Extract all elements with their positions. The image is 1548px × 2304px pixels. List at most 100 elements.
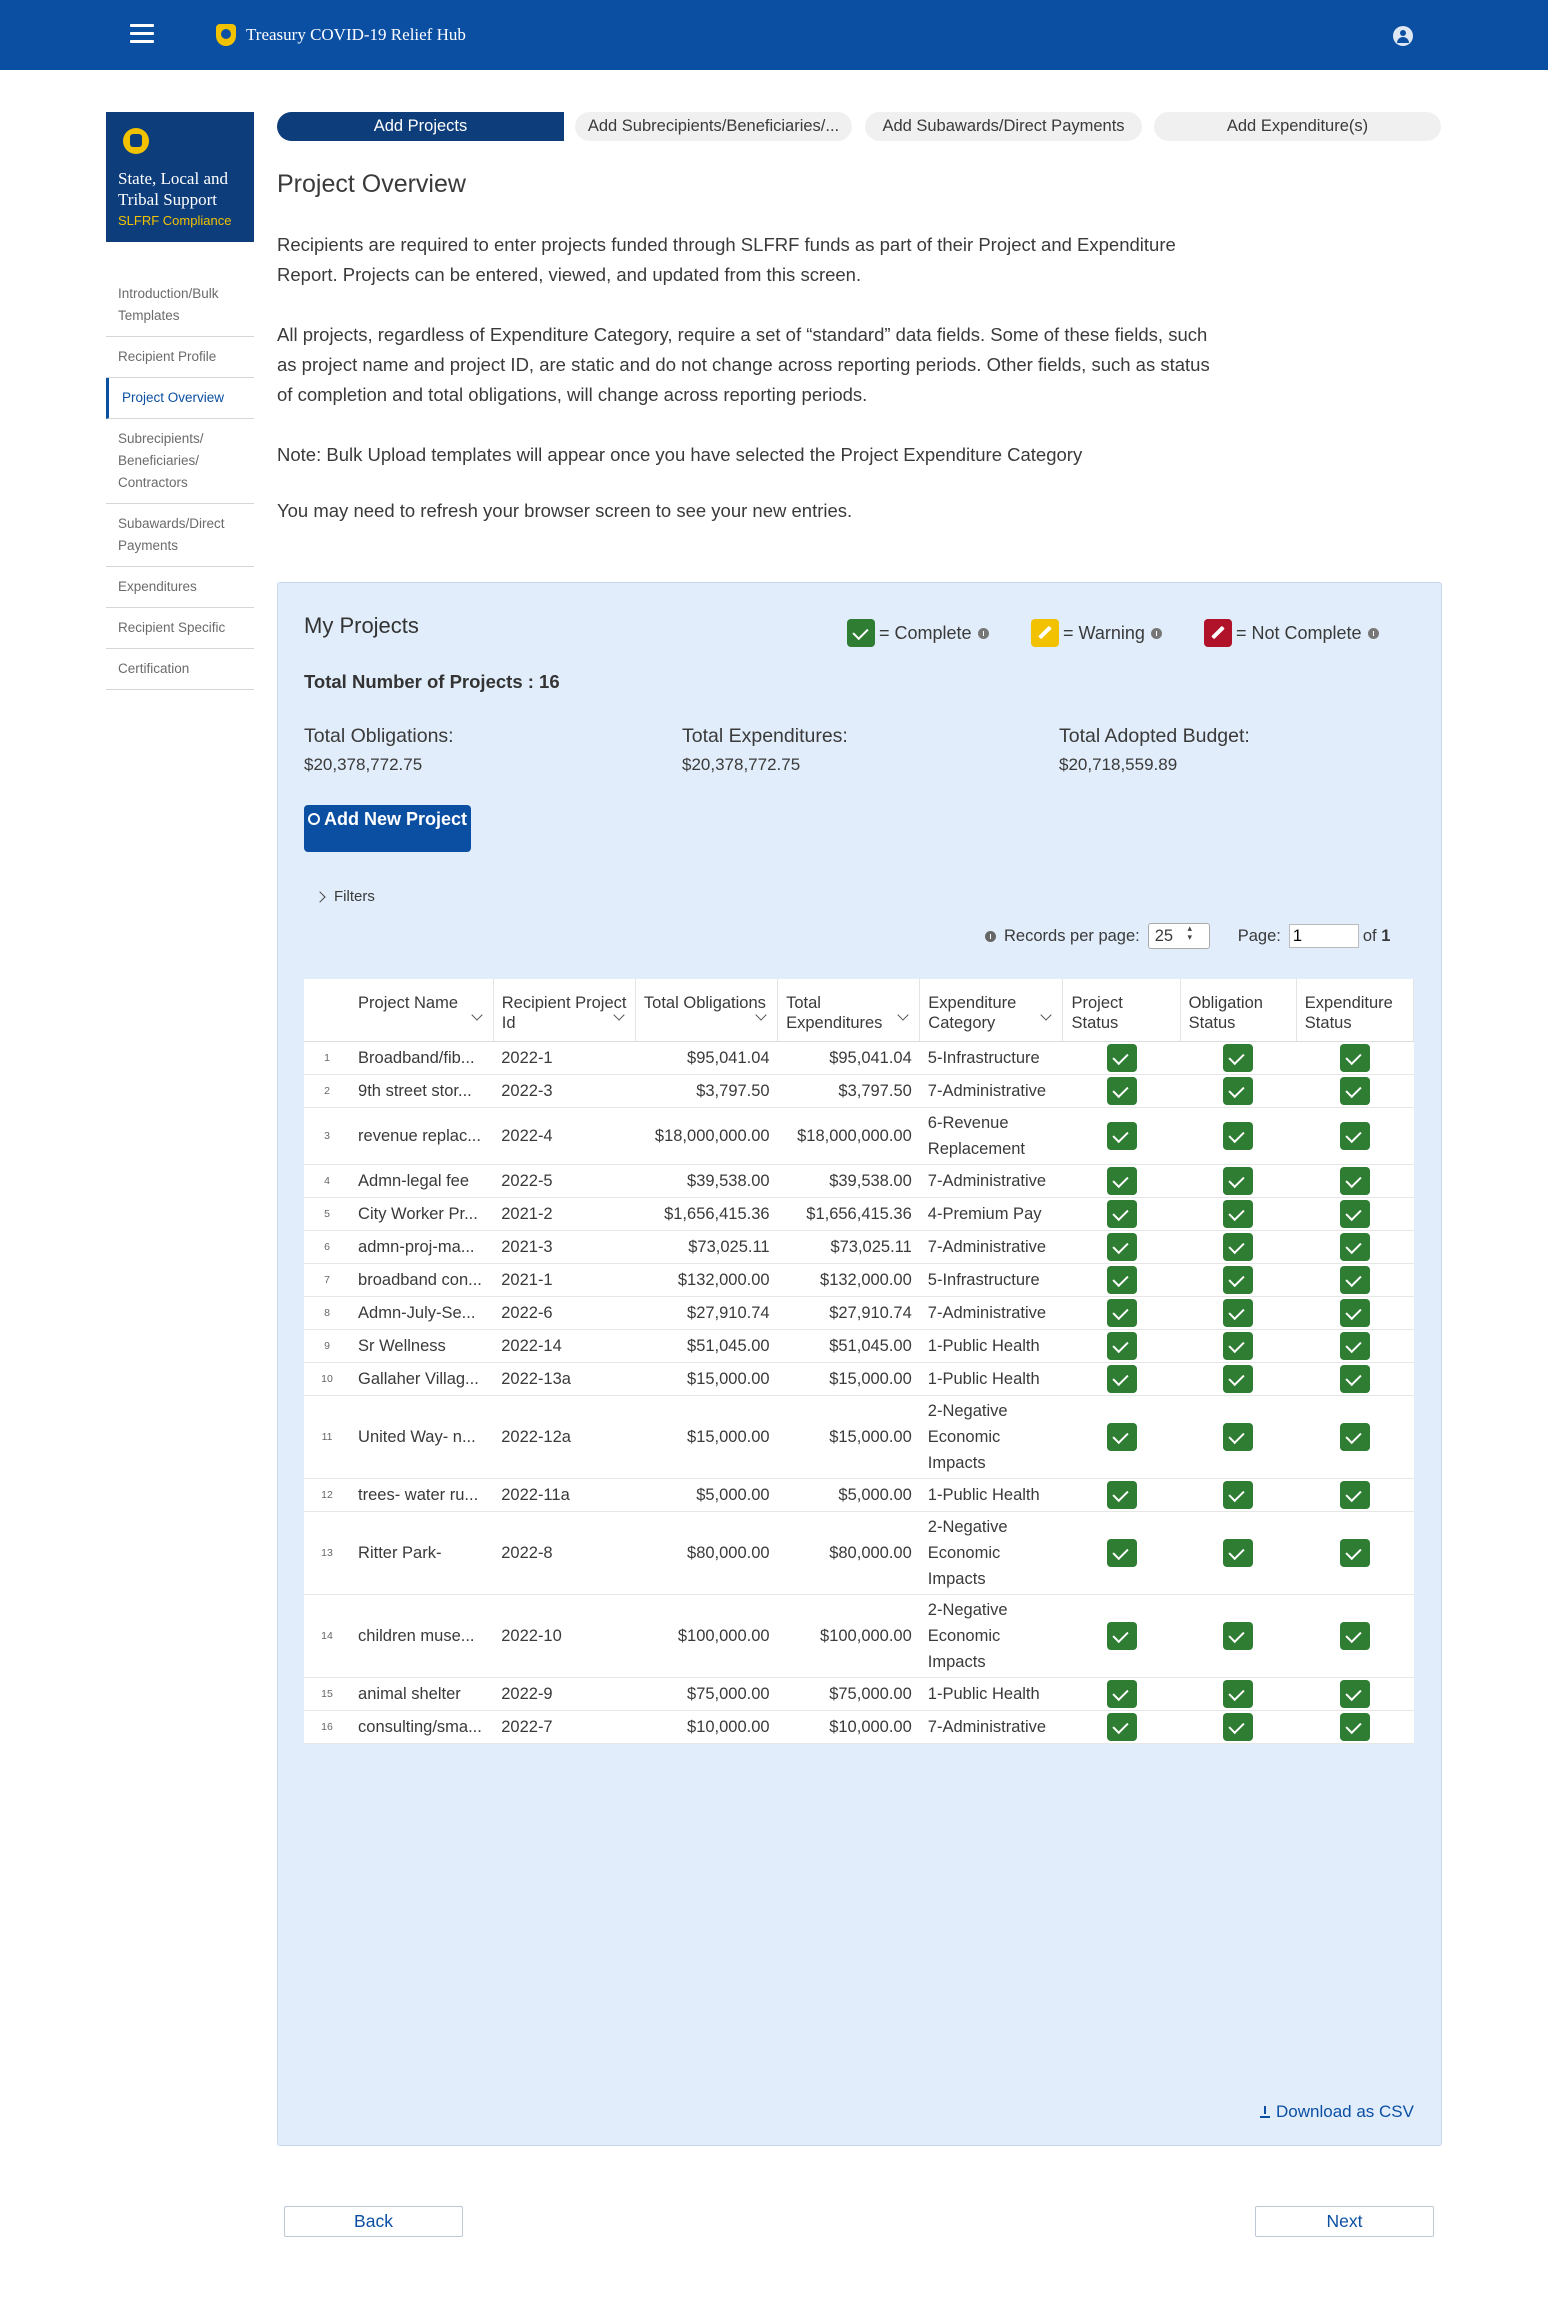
column-header-expenditure-category[interactable]: Expenditure Category: [919, 979, 1064, 1042]
complete-check-icon[interactable]: [1339, 1365, 1370, 1393]
table-row[interactable]: 16 consulting/sma... 2022-7 $10,000.00 $10,0…: [304, 1710, 1414, 1744]
complete-check-icon[interactable]: [1223, 1266, 1254, 1294]
complete-check-icon[interactable]: [1106, 1122, 1137, 1150]
complete-check-icon[interactable]: [1106, 1365, 1137, 1393]
tab-add-expenditures[interactable]: Add Expenditure(s): [1154, 112, 1441, 141]
sidebar-item-subrecipients-beneficiaries-contractors[interactable]: Subrecipients/ Beneficiaries/ Contractor…: [106, 419, 254, 504]
complete-check-icon[interactable]: [1106, 1077, 1137, 1105]
complete-check-icon[interactable]: [1223, 1539, 1254, 1567]
complete-check-icon[interactable]: [1339, 1122, 1370, 1150]
complete-check-icon[interactable]: [1223, 1122, 1254, 1150]
complete-check-icon[interactable]: [1339, 1680, 1370, 1708]
complete-check-icon[interactable]: [1223, 1622, 1254, 1650]
sidebar-item-subawards-direct-payments[interactable]: Subawards/Direct Payments: [106, 504, 254, 567]
info-icon[interactable]: [977, 627, 989, 639]
tab-add-projects[interactable]: Add Projects: [277, 112, 564, 141]
complete-check-icon[interactable]: [1339, 1481, 1370, 1509]
complete-check-icon[interactable]: [1339, 1423, 1370, 1451]
sidebar-item-recipient-specific[interactable]: Recipient Specific: [106, 608, 254, 649]
tab-add-subawards[interactable]: Add Subawards/Direct Payments: [865, 112, 1142, 141]
complete-check-icon[interactable]: [1106, 1539, 1137, 1567]
complete-check-icon[interactable]: [1223, 1077, 1254, 1105]
column-header-total-expenditures[interactable]: Total Expenditures: [777, 979, 921, 1042]
sort-chevron-icon[interactable]: [1040, 1009, 1053, 1021]
complete-check-icon[interactable]: [1223, 1233, 1254, 1261]
table-row[interactable]: 6 admn-proj-ma... 2021-3 $73,025.11 $73,025.…: [304, 1230, 1414, 1264]
complete-check-icon[interactable]: [1339, 1539, 1370, 1567]
column-header-project-name[interactable]: Project Name: [350, 979, 494, 1042]
table-row[interactable]: 12 trees- water ru... 2022-11a $5,000.00 $5,…: [304, 1478, 1414, 1512]
column-header-recipient-project-id[interactable]: Recipient Project Id: [493, 979, 636, 1042]
info-icon[interactable]: [1150, 627, 1162, 639]
column-header-total-obligations[interactable]: Total Obligations: [635, 979, 779, 1042]
complete-check-icon[interactable]: [1106, 1423, 1137, 1451]
sort-chevron-icon[interactable]: [471, 1009, 483, 1021]
back-button[interactable]: Back: [284, 2206, 463, 2237]
table-row[interactable]: 15 animal shelter 2022-9 $75,000.00 $75,000.…: [304, 1677, 1414, 1711]
tab-add-subrecipients[interactable]: Add Subrecipients/Beneficiaries/...: [575, 112, 852, 141]
expenditure-category-cell: 5-Infrastructure: [919, 1041, 1063, 1075]
complete-check-icon[interactable]: [1106, 1233, 1137, 1261]
download-csv-link[interactable]: Download as CSV: [1260, 2102, 1414, 2122]
sidebar-item-introduction-bulk-templates[interactable]: Introduction/Bulk Templates: [106, 274, 254, 337]
complete-check-icon[interactable]: [1106, 1167, 1137, 1195]
complete-check-icon[interactable]: [1106, 1044, 1137, 1072]
complete-check-icon[interactable]: [1223, 1200, 1254, 1228]
row-index: 8: [304, 1296, 351, 1330]
complete-check-icon[interactable]: [1106, 1332, 1137, 1360]
complete-check-icon[interactable]: [1106, 1680, 1137, 1708]
complete-check-icon[interactable]: [1339, 1200, 1370, 1228]
menu-icon[interactable]: [130, 24, 154, 44]
complete-check-icon[interactable]: [1106, 1266, 1137, 1294]
complete-check-icon[interactable]: [1223, 1680, 1254, 1708]
sidebar-item-expenditures[interactable]: Expenditures: [106, 567, 254, 608]
complete-check-icon[interactable]: [1339, 1713, 1370, 1741]
sidebar-item-project-overview[interactable]: Project Overview: [106, 378, 254, 419]
complete-check-icon[interactable]: [1223, 1713, 1254, 1741]
next-button[interactable]: Next: [1255, 2206, 1434, 2237]
complete-check-icon[interactable]: [1339, 1077, 1370, 1105]
complete-check-icon[interactable]: [1223, 1044, 1254, 1072]
table-row[interactable]: 4 Admn-legal fee 2022-5 $39,538.00 $39,538.0…: [304, 1164, 1414, 1198]
table-row[interactable]: 9 Sr Wellness 2022-14 $51,045.00 $51,045.00 1…: [304, 1329, 1414, 1363]
table-row[interactable]: 13 Ritter Park- 2022-8 $80,000.00 $80,000.00…: [304, 1511, 1414, 1595]
sidebar-item-recipient-profile[interactable]: Recipient Profile: [106, 337, 254, 378]
complete-check-icon[interactable]: [1106, 1622, 1137, 1650]
complete-check-icon[interactable]: [1339, 1299, 1370, 1327]
complete-check-icon[interactable]: [1106, 1713, 1137, 1741]
table-row[interactable]: 3 revenue replac... 2022-4 $18,000,000.00 $1…: [304, 1107, 1414, 1165]
complete-check-icon[interactable]: [1223, 1299, 1254, 1327]
table-row[interactable]: 5 City Worker Pr... 2021-2 $1,656,415.36 $1,…: [304, 1197, 1414, 1231]
table-row[interactable]: 2 9th street stor... 2022-3 $3,797.50 $3,797…: [304, 1074, 1414, 1108]
obligation-status-cell: [1180, 1107, 1297, 1165]
records-per-page-select[interactable]: 25: [1147, 923, 1210, 949]
complete-check-icon[interactable]: [1223, 1423, 1254, 1451]
complete-check-icon[interactable]: [1339, 1167, 1370, 1195]
complete-check-icon[interactable]: [1339, 1622, 1370, 1650]
add-new-project-button[interactable]: Add New Project: [304, 805, 471, 852]
table-row[interactable]: 8 Admn-July-Se... 2022-6 $27,910.74 $27,910.…: [304, 1296, 1414, 1330]
filters-toggle[interactable]: Filters: [314, 888, 375, 905]
complete-check-icon[interactable]: [1106, 1299, 1137, 1327]
table-row[interactable]: 7 broadband con... 2021-1 $132,000.00 $132,0…: [304, 1263, 1414, 1297]
table-row[interactable]: 10 Gallaher Villag... 2022-13a $15,000.00 $1…: [304, 1362, 1414, 1396]
table-row[interactable]: 11 United Way- n... 2022-12a $15,000.00 $15,…: [304, 1395, 1414, 1479]
complete-check-icon[interactable]: [1339, 1233, 1370, 1261]
user-account-icon[interactable]: [1393, 26, 1413, 46]
complete-check-icon[interactable]: [1223, 1481, 1254, 1509]
sort-chevron-icon[interactable]: [897, 1009, 909, 1021]
complete-check-icon[interactable]: [1223, 1365, 1254, 1393]
info-icon[interactable]: [985, 930, 996, 942]
complete-check-icon[interactable]: [1223, 1167, 1254, 1195]
table-row[interactable]: 14 children muse... 2022-10 $100,000.00 $100…: [304, 1594, 1414, 1678]
info-icon[interactable]: [1367, 627, 1379, 639]
complete-check-icon[interactable]: [1106, 1200, 1137, 1228]
page-number-input[interactable]: [1288, 924, 1359, 948]
complete-check-icon[interactable]: [1106, 1481, 1137, 1509]
sidebar-item-certification[interactable]: Certification: [106, 649, 254, 690]
table-row[interactable]: 1 Broadband/fib... 2022-1 $95,041.04 $95,041…: [304, 1041, 1414, 1075]
complete-check-icon[interactable]: [1223, 1332, 1254, 1360]
complete-check-icon[interactable]: [1339, 1044, 1370, 1072]
complete-check-icon[interactable]: [1339, 1266, 1370, 1294]
complete-check-icon[interactable]: [1339, 1332, 1370, 1360]
